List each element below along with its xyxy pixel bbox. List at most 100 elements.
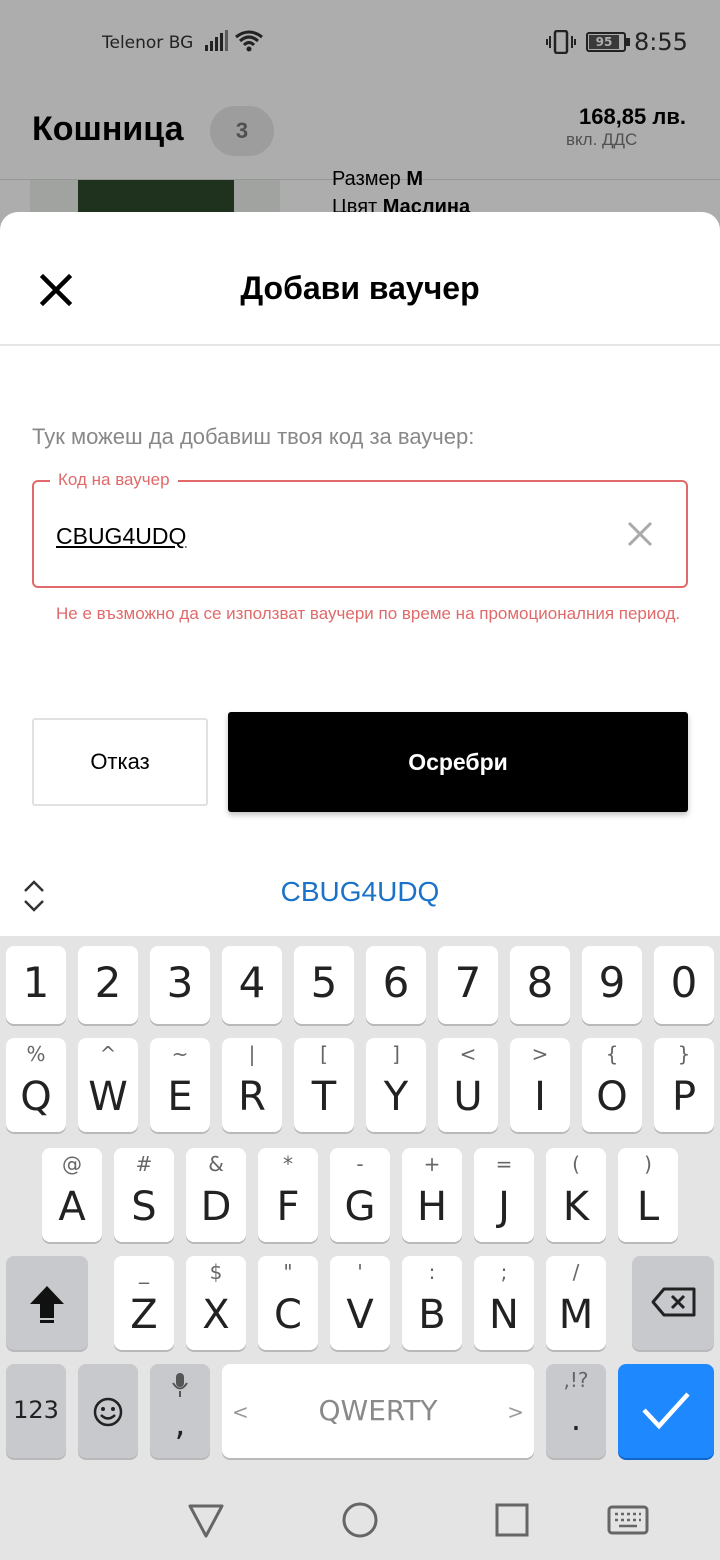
key-label: QWERTY xyxy=(318,1394,438,1427)
key-label: T xyxy=(311,1074,337,1120)
soft-keyboard: 1 2 3 4 5 6 7 8 9 0% Q ^ W ~ E | R[T] Y < U > I{O} P @ A # S & D * F - G… xyxy=(0,936,720,1480)
key-secondary-label: + xyxy=(423,1152,441,1176)
key-h[interactable]: + H xyxy=(402,1148,462,1242)
space-right-arrow: > xyxy=(507,1400,524,1424)
emoji-key[interactable] xyxy=(78,1364,138,1458)
backspace-key[interactable] xyxy=(632,1256,714,1350)
key-label: 8 xyxy=(526,958,554,1007)
key-r[interactable]: | R xyxy=(222,1038,282,1132)
key-secondary-label: ( xyxy=(572,1152,580,1176)
voucher-error-message: Не е възможно да се използват ваучери по… xyxy=(56,604,681,623)
key-secondary-label: @ xyxy=(62,1152,82,1176)
suggestion-word[interactable]: CBUG4UDQ xyxy=(0,876,720,908)
key-label: K xyxy=(562,1184,590,1230)
key-label: 4 xyxy=(238,958,266,1007)
key-2[interactable]: 2 xyxy=(78,946,138,1024)
key-secondary-label: ' xyxy=(357,1260,363,1284)
key-label: 2 xyxy=(94,958,122,1007)
backspace-icon xyxy=(651,1287,696,1317)
key-t[interactable]: [T xyxy=(294,1038,354,1132)
key-secondary-label: = xyxy=(495,1152,513,1176)
key-f[interactable]: * F xyxy=(258,1148,318,1242)
key-label: A xyxy=(58,1184,86,1230)
symbols-key[interactable]: 123 xyxy=(6,1364,66,1458)
key-label: S xyxy=(131,1184,157,1230)
key-secondary-label: * xyxy=(283,1152,293,1176)
keyboard-icon[interactable] xyxy=(606,1498,650,1542)
key-6[interactable]: 6 xyxy=(366,946,426,1024)
key-label: . xyxy=(570,1400,582,1438)
key-m[interactable]: / M xyxy=(546,1256,606,1350)
key-x[interactable]: $ X xyxy=(186,1256,246,1350)
key-1[interactable]: 1 xyxy=(6,946,66,1024)
cancel-button[interactable]: Отказ xyxy=(32,718,208,806)
suggestion-bar: CBUG4UDQ xyxy=(0,846,720,936)
key-secondary-label: ^ xyxy=(99,1042,117,1066)
voucher-code-field[interactable]: Код на ваучер xyxy=(32,470,688,588)
voucher-hint: Тук можеш да добавиш твоя код за ваучер: xyxy=(32,424,475,449)
space-key[interactable]: QWERTY < > xyxy=(222,1364,534,1458)
microphone-icon xyxy=(172,1373,188,1397)
key-label: 5 xyxy=(310,958,338,1007)
key-secondary-label: / xyxy=(572,1260,580,1284)
key-label: M xyxy=(558,1292,594,1338)
key-8[interactable]: 8 xyxy=(510,946,570,1024)
key-g[interactable]: -G xyxy=(330,1148,390,1242)
shift-key[interactable] xyxy=(6,1256,88,1350)
key-3[interactable]: 3 xyxy=(150,946,210,1024)
key-z[interactable]: _ Z xyxy=(114,1256,174,1350)
key-label: N xyxy=(489,1292,519,1338)
key-9[interactable]: 9 xyxy=(582,946,642,1024)
divider xyxy=(0,344,720,346)
key-label: 123 xyxy=(13,1396,59,1424)
key-i[interactable]: > I xyxy=(510,1038,570,1132)
key-d[interactable]: & D xyxy=(186,1148,246,1242)
key-label: 3 xyxy=(166,958,194,1007)
redeem-button[interactable]: Осребри xyxy=(228,712,688,812)
key-s[interactable]: # S xyxy=(114,1148,174,1242)
key-k[interactable]: (K xyxy=(546,1148,606,1242)
key-label: 1 xyxy=(22,958,50,1007)
key-label: I xyxy=(534,1074,546,1120)
key-label: 9 xyxy=(598,958,626,1007)
key-label: O xyxy=(596,1074,628,1120)
key-label: 6 xyxy=(382,958,410,1007)
key-secondary-label: # xyxy=(135,1152,153,1176)
key-j[interactable]: = J xyxy=(474,1148,534,1242)
key-n[interactable]: ; N xyxy=(474,1256,534,1350)
done-key[interactable] xyxy=(618,1364,714,1458)
comma-voice-key[interactable]: , xyxy=(150,1364,210,1458)
key-secondary-label: & xyxy=(208,1152,224,1176)
key-5[interactable]: 5 xyxy=(294,946,354,1024)
period-key[interactable]: ,!?. xyxy=(546,1364,606,1458)
key-b[interactable]: :B xyxy=(402,1256,462,1350)
key-q[interactable]: % Q xyxy=(6,1038,66,1132)
key-4[interactable]: 4 xyxy=(222,946,282,1024)
voucher-code-input[interactable] xyxy=(56,518,596,554)
key-label: P xyxy=(671,1074,697,1120)
key-u[interactable]: < U xyxy=(438,1038,498,1132)
key-l[interactable]: ) L xyxy=(618,1148,678,1242)
key-label: , xyxy=(174,1404,186,1444)
key-p[interactable]: } P xyxy=(654,1038,714,1132)
key-label: E xyxy=(167,1074,193,1120)
key-e[interactable]: ~ E xyxy=(150,1038,210,1132)
key-o[interactable]: {O xyxy=(582,1038,642,1132)
key-a[interactable]: @ A xyxy=(42,1148,102,1242)
shift-icon xyxy=(30,1286,64,1323)
key-secondary-label: ,!? xyxy=(563,1368,589,1392)
recents-icon[interactable] xyxy=(490,1498,534,1542)
key-c[interactable]: " C xyxy=(258,1256,318,1350)
key-v[interactable]: ' V xyxy=(330,1256,390,1350)
back-icon[interactable] xyxy=(184,1498,228,1542)
key-secondary-label: % xyxy=(26,1042,46,1066)
home-icon[interactable] xyxy=(338,1498,382,1542)
key-label: G xyxy=(344,1184,376,1230)
navigation-bar xyxy=(0,1480,720,1560)
key-w[interactable]: ^ W xyxy=(78,1038,138,1132)
key-y[interactable]: ] Y xyxy=(366,1038,426,1132)
key-7[interactable]: 7 xyxy=(438,946,498,1024)
key-0[interactable]: 0 xyxy=(654,946,714,1024)
clear-icon[interactable] xyxy=(626,520,654,548)
sheet-title: Добави ваучер xyxy=(240,270,480,306)
